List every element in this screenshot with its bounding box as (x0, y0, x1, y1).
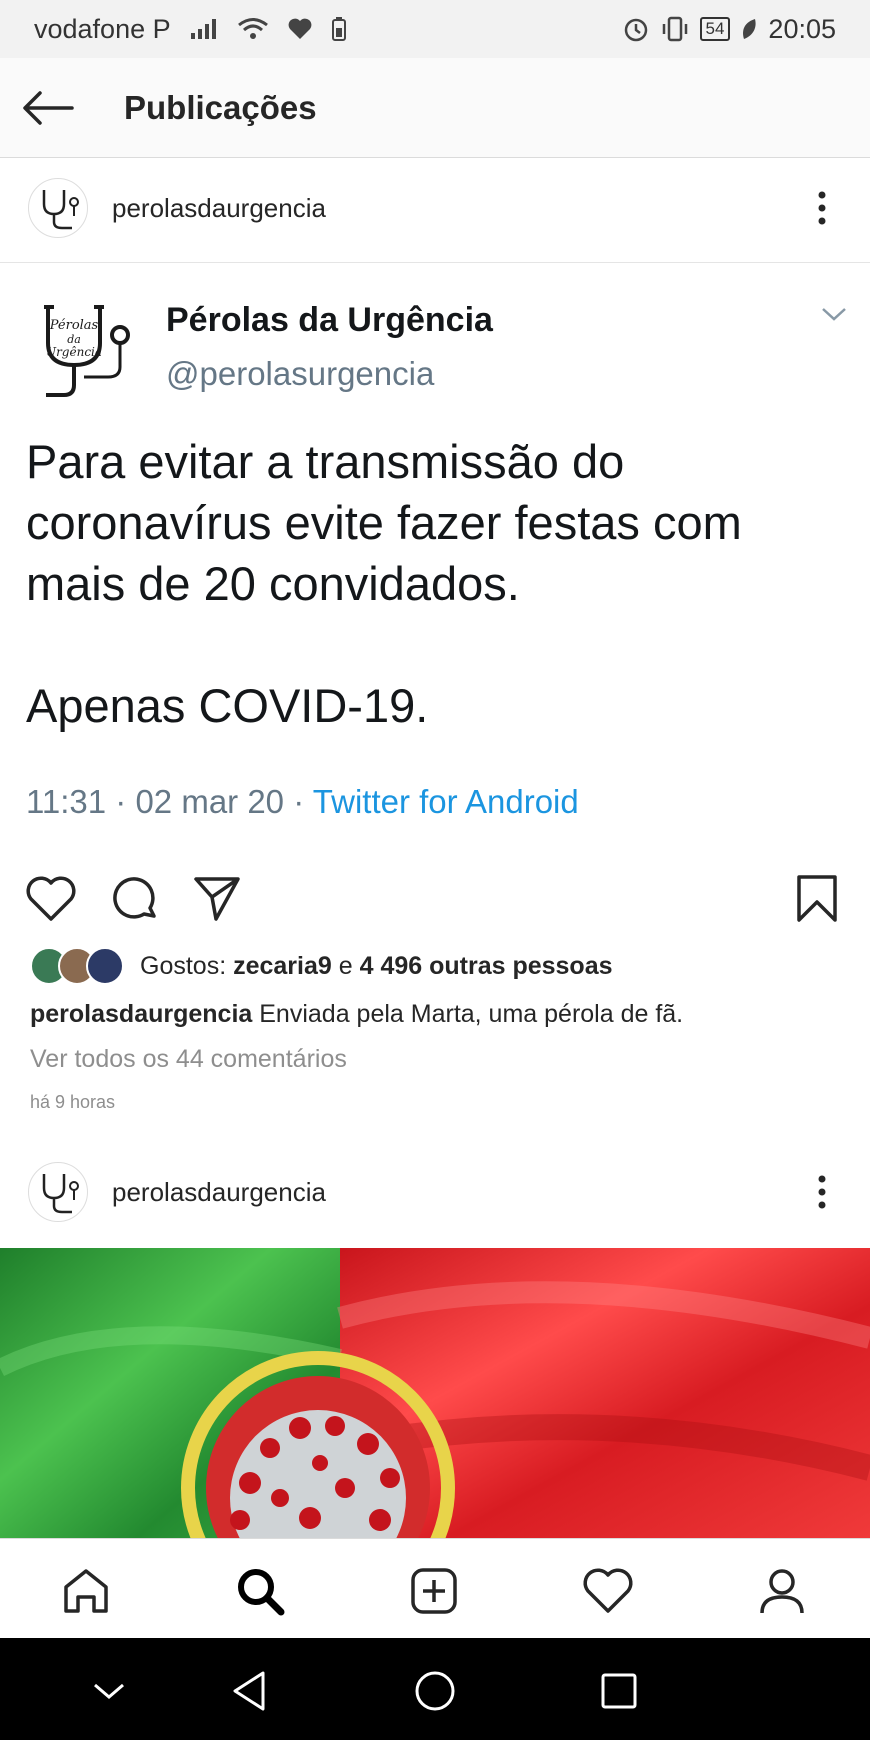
view-comments-link[interactable]: Ver todos os 44 comentários (30, 1045, 347, 1074)
caption-username[interactable]: perolasdaurgencia (30, 1000, 252, 1028)
heart-rate-icon (287, 17, 313, 41)
nav-home[interactable] (56, 1561, 116, 1621)
svg-text:Urgência: Urgência (46, 345, 102, 359)
more-options-button[interactable] (802, 1162, 842, 1222)
tweet-source: Twitter for Android (312, 783, 579, 820)
post-username[interactable]: perolasdaurgencia (112, 1177, 326, 1208)
svg-text:Pérolas: Pérolas (49, 318, 99, 333)
tweet-author-handle: @perolasurgencia (166, 355, 435, 392)
wifi-icon (237, 17, 269, 41)
post-caption: perolasdaurgencia Enviada pela Marta, um… (30, 1000, 683, 1029)
more-options-button[interactable] (802, 178, 842, 238)
avatar[interactable] (28, 1162, 88, 1222)
post-timestamp: há 9 horas (30, 1092, 116, 1112)
comment-icon (113, 877, 156, 919)
heart-icon (26, 876, 76, 921)
portugal-flag-coronavirus-image (0, 1248, 870, 1538)
liker-avatar (86, 947, 124, 985)
post-image[interactable] (0, 1248, 870, 1538)
chevron-down-icon (94, 1683, 124, 1699)
leaf-icon (740, 17, 758, 41)
status-bar: vodafone P 54 20:05 (0, 0, 870, 58)
tweet-line: Apenas COVID-19. (26, 679, 429, 732)
tweet-line: Para evitar a transmissão do (26, 435, 625, 488)
likes-others[interactable]: 4 496 outras pessoas (360, 952, 613, 980)
home-icon (64, 1569, 108, 1613)
nav-activity[interactable] (578, 1561, 638, 1621)
nav-search[interactable] (230, 1561, 290, 1621)
likes-user[interactable]: zecaria9 (233, 952, 332, 980)
post-header: perolasdaurgencia (0, 1142, 870, 1242)
likes-conjunction: e (331, 951, 360, 980)
system-navigation-bar (0, 1638, 870, 1740)
signal-icon (189, 17, 219, 41)
system-home-button[interactable] (412, 1668, 458, 1714)
hide-nav-button[interactable] (86, 1668, 132, 1714)
system-back-button[interactable] (226, 1668, 272, 1714)
stethoscope-logo-icon: Pérolas da Urgência (44, 305, 130, 397)
post-header: perolasdaurgencia (0, 158, 870, 258)
likes-summary[interactable]: Gostos: zecaria9 e 4 496 outras pessoas (30, 946, 613, 986)
send-icon (194, 877, 240, 921)
chevron-down-icon (820, 305, 848, 328)
clock: 20:05 (768, 13, 836, 44)
stethoscope-logo-icon (42, 190, 79, 230)
tweet-meta: 11:31 · 02 mar 20 · Twitter for Android (26, 783, 579, 821)
app-header: Publicações (0, 58, 870, 158)
like-button[interactable] (24, 872, 78, 926)
tweet-avatar: Pérolas da Urgência (28, 293, 138, 403)
share-button[interactable] (190, 872, 244, 926)
vibrate-icon (660, 16, 690, 42)
likes-text: Gostos: zecaria9 e 4 496 outras pessoas (140, 952, 613, 981)
carrier-label: vodafone P (34, 13, 171, 44)
tweet-blank-line (26, 614, 856, 675)
page-title: Publicações (124, 88, 317, 126)
add-post-icon (411, 1568, 457, 1614)
likes-prefix: Gostos: (140, 951, 234, 980)
bookmark-icon (797, 875, 837, 922)
comment-button[interactable] (108, 872, 162, 926)
post-actions (0, 862, 870, 932)
profile-icon (760, 1569, 804, 1614)
tweet-text: Para evitar a transmissão do coronavírus… (26, 431, 856, 736)
nav-new-post[interactable] (404, 1561, 464, 1621)
bottom-navigation (0, 1538, 870, 1638)
alarm-icon (622, 15, 650, 43)
more-vertical-icon (818, 191, 826, 225)
caption-text: Enviada pela Marta, uma pérola de fã. (252, 1000, 684, 1028)
post-username[interactable]: perolasdaurgencia (112, 193, 326, 224)
back-arrow-icon (23, 90, 74, 125)
tweet-line: coronavírus evite fazer festas com (26, 496, 742, 549)
circle-home-icon (415, 1671, 455, 1711)
battery-indicator: 54 (699, 17, 731, 41)
triangle-back-icon (233, 1671, 265, 1711)
square-recents-icon (601, 1673, 637, 1709)
avatar[interactable] (28, 178, 88, 238)
back-button[interactable] (0, 58, 96, 158)
post-image[interactable]: Pérolas da Urgência Pérolas da Urgência … (0, 262, 870, 842)
more-vertical-icon (818, 1175, 826, 1209)
tweet-line: mais de 20 convidados. (26, 557, 520, 610)
heart-icon (583, 1568, 633, 1613)
stethoscope-logo-icon (42, 1174, 79, 1214)
nav-profile[interactable] (752, 1561, 812, 1621)
system-recents-button[interactable] (596, 1668, 642, 1714)
search-icon (238, 1569, 285, 1616)
battery-saver-icon (331, 16, 347, 42)
tweet-author-name: Pérolas da Urgência (166, 301, 493, 339)
save-button[interactable] (790, 872, 844, 926)
tweet-timestamp: 11:31 · 02 mar 20 · (26, 783, 313, 820)
